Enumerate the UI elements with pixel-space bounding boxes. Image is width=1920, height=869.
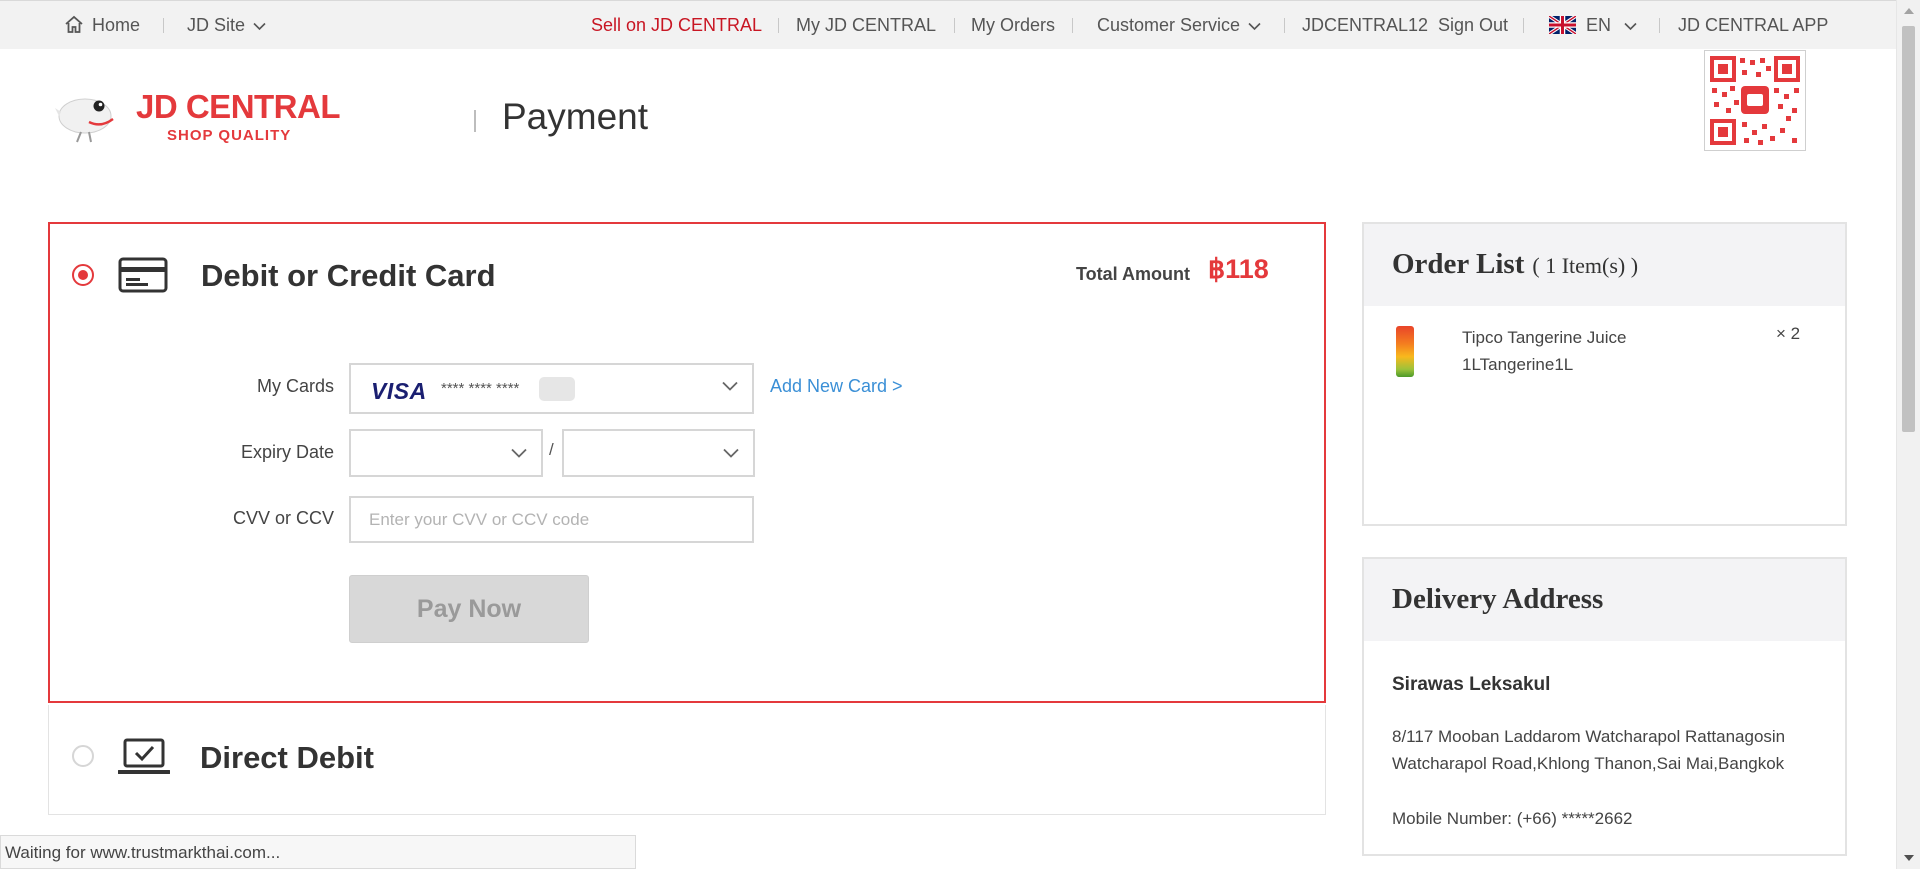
chevron-down-icon (723, 448, 739, 458)
scroll-thumb[interactable] (1902, 26, 1915, 432)
customer-service-menu[interactable]: Customer Service (1097, 15, 1261, 36)
redacted-card-digits (539, 377, 575, 401)
total-amount-value: ฿118 (1208, 254, 1269, 284)
delivery-address-header: Delivery Address (1364, 559, 1845, 641)
chevron-down-icon (1248, 22, 1261, 30)
home-label: Home (92, 15, 141, 35)
my-account-link[interactable]: My JD CENTRAL (796, 15, 936, 36)
recipient-name: Sirawas Leksakul (1392, 674, 1551, 695)
sign-out-link[interactable]: Sign Out (1438, 15, 1508, 36)
page-scrollbar[interactable] (1896, 0, 1920, 869)
my-cards-label: My Cards (256, 376, 334, 396)
divider (1523, 18, 1524, 33)
divider (163, 18, 164, 33)
site-label: JD Site (187, 15, 246, 35)
scroll-down-arrow-icon[interactable] (1904, 855, 1914, 861)
divider (1072, 18, 1073, 33)
home-link[interactable]: Home (64, 15, 140, 36)
card-method-radio[interactable] (72, 264, 94, 286)
order-list-panel: Order List ( 1 Item(s) ) Tipco Tangerine … (1362, 222, 1847, 526)
top-nav-bar: Home JD Site Sell on JD CENTRAL My JD CE… (0, 0, 1896, 49)
app-qr-code (1704, 50, 1806, 151)
delivery-address-text: 8/117 Mooban Laddarom Watcharapol Rattan… (1392, 727, 1786, 773)
browser-status-bar: Waiting for www.trustmarkthai.com... (0, 835, 636, 869)
expiry-date-label: Expiry Date (240, 442, 334, 462)
total-amount-label: Total Amount (1076, 264, 1190, 284)
expiry-month-select[interactable] (349, 429, 543, 477)
chevron-down-icon (511, 448, 527, 458)
chevron-down-icon (253, 22, 266, 30)
username[interactable]: JDCENTRAL12 (1302, 15, 1428, 36)
joy-mascot-icon (55, 98, 114, 143)
my-cards-select[interactable]: VISA **** **** **** (349, 363, 754, 414)
qr-code-icon (1710, 56, 1800, 145)
direct-debit-radio[interactable] (72, 745, 94, 767)
home-icon (65, 15, 83, 33)
language-selector[interactable]: EN (1548, 14, 1637, 36)
site-selector[interactable]: JD Site (187, 15, 266, 36)
divider (954, 18, 955, 33)
order-item-count: ( 1 Item(s) ) (1532, 253, 1639, 278)
credit-card-icon (118, 257, 168, 293)
uk-flag-icon (1548, 14, 1577, 36)
cvv-label: CVV or CCV (232, 508, 334, 528)
my-orders-link[interactable]: My Orders (971, 15, 1055, 36)
divider (1659, 18, 1660, 33)
delivery-address-title: Delivery Address (1392, 583, 1604, 615)
expiry-separator: / (549, 440, 554, 459)
card-payment-panel: Debit or Credit Card Total Amount ฿118 M… (48, 222, 1326, 703)
jd-central-logo[interactable]: JD CENTRAL SHOP QUALITY (55, 86, 341, 146)
direct-debit-panel[interactable]: Direct Debit (48, 705, 1326, 815)
chevron-down-icon (722, 381, 738, 391)
mobile-number: Mobile Number: (+66) *****2662 (1392, 809, 1633, 828)
laptop-check-icon (118, 738, 170, 774)
pay-now-button[interactable]: Pay Now (349, 575, 589, 643)
sell-link[interactable]: Sell on JD CENTRAL (591, 15, 762, 36)
logo-tagline: SHOP QUALITY (167, 127, 292, 144)
cvv-input[interactable] (349, 496, 754, 543)
add-new-card-link[interactable]: Add New Card > (770, 376, 903, 397)
delivery-address-panel: Delivery Address Sirawas Leksakul 8/117 … (1362, 557, 1847, 856)
page-title: Payment (502, 96, 649, 137)
app-link[interactable]: JD CENTRAL APP (1678, 15, 1828, 36)
order-list-title: Order List ( 1 Item(s) ) (1392, 248, 1638, 281)
divider (1284, 18, 1285, 33)
language-label: EN (1586, 15, 1612, 35)
product-quantity: × 2 (1776, 324, 1801, 343)
header-divider (474, 110, 476, 132)
chevron-down-icon (1624, 22, 1637, 30)
expiry-year-select[interactable] (562, 429, 755, 477)
logo-text: JD CENTRAL (136, 88, 341, 125)
divider (778, 18, 779, 33)
masked-card-number: **** **** **** (441, 380, 520, 397)
product-name[interactable]: Tipco Tangerine Juice 1LTangerine1L (1462, 324, 1702, 378)
visa-logo: VISA (371, 378, 427, 404)
customer-service-label: Customer Service (1097, 15, 1241, 35)
card-method-title: Debit or Credit Card (201, 258, 496, 293)
order-list-header: Order List ( 1 Item(s) ) (1364, 224, 1845, 306)
product-image[interactable] (1396, 326, 1414, 377)
direct-debit-title: Direct Debit (200, 740, 374, 775)
scroll-up-arrow-icon[interactable] (1904, 8, 1914, 14)
order-list-title-text: Order List (1392, 248, 1525, 280)
